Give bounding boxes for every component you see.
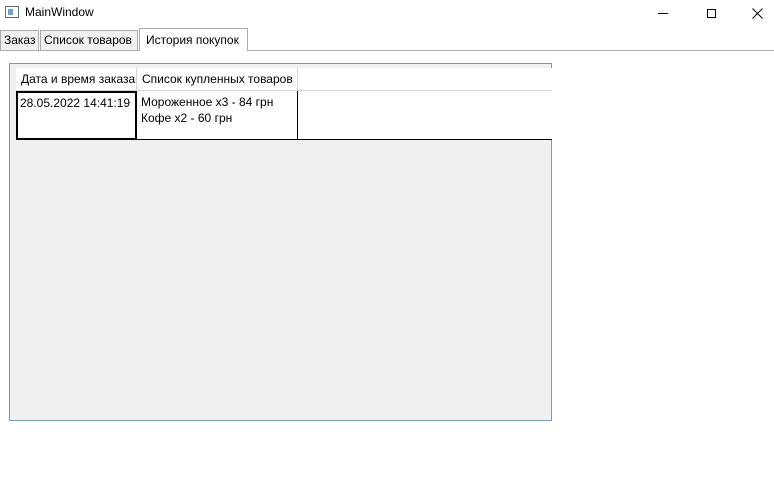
close-icon (751, 7, 763, 19)
order-datetime-text: 28.05.2022 14:41:19 (20, 96, 131, 110)
tab-purchase-history[interactable]: История покупок (139, 28, 248, 51)
table-row[interactable]: 28.05.2022 14:41:19 Мороженное x3 - 84 г… (16, 91, 552, 140)
tab-products[interactable]: Список товаров (40, 30, 138, 50)
close-button[interactable] (734, 0, 774, 26)
tab-order[interactable]: Заказ (0, 30, 39, 50)
main-window: MainWindow Заказ Список товаров История … (0, 0, 774, 486)
purchase-history-grid[interactable]: Дата и время заказа Список купленных тов… (9, 63, 552, 421)
window-title: MainWindow (25, 5, 94, 19)
purchased-item: Мороженное x3 - 84 грн (141, 95, 274, 109)
maximize-icon (706, 8, 716, 18)
maximize-button[interactable] (688, 0, 734, 26)
title-bar[interactable]: MainWindow (0, 0, 774, 26)
cell-purchased-items[interactable]: Мороженное x3 - 84 грн Кофе x2 - 60 грн (136, 91, 298, 139)
grid-header: Дата и время заказа Список купленных тов… (16, 68, 552, 91)
column-header-items[interactable]: Список купленных товаров (137, 68, 298, 90)
window-app-icon[interactable] (5, 6, 19, 18)
window-app-icon-inner (8, 9, 13, 15)
minimize-button[interactable] (640, 0, 686, 26)
tab-strip-divider (0, 50, 774, 51)
purchased-item: Кофе x2 - 60 грн (141, 111, 233, 125)
minimize-icon (658, 12, 668, 14)
column-header-datetime[interactable]: Дата и время заказа (16, 68, 137, 90)
cell-order-datetime[interactable]: 28.05.2022 14:41:19 (16, 91, 137, 139)
